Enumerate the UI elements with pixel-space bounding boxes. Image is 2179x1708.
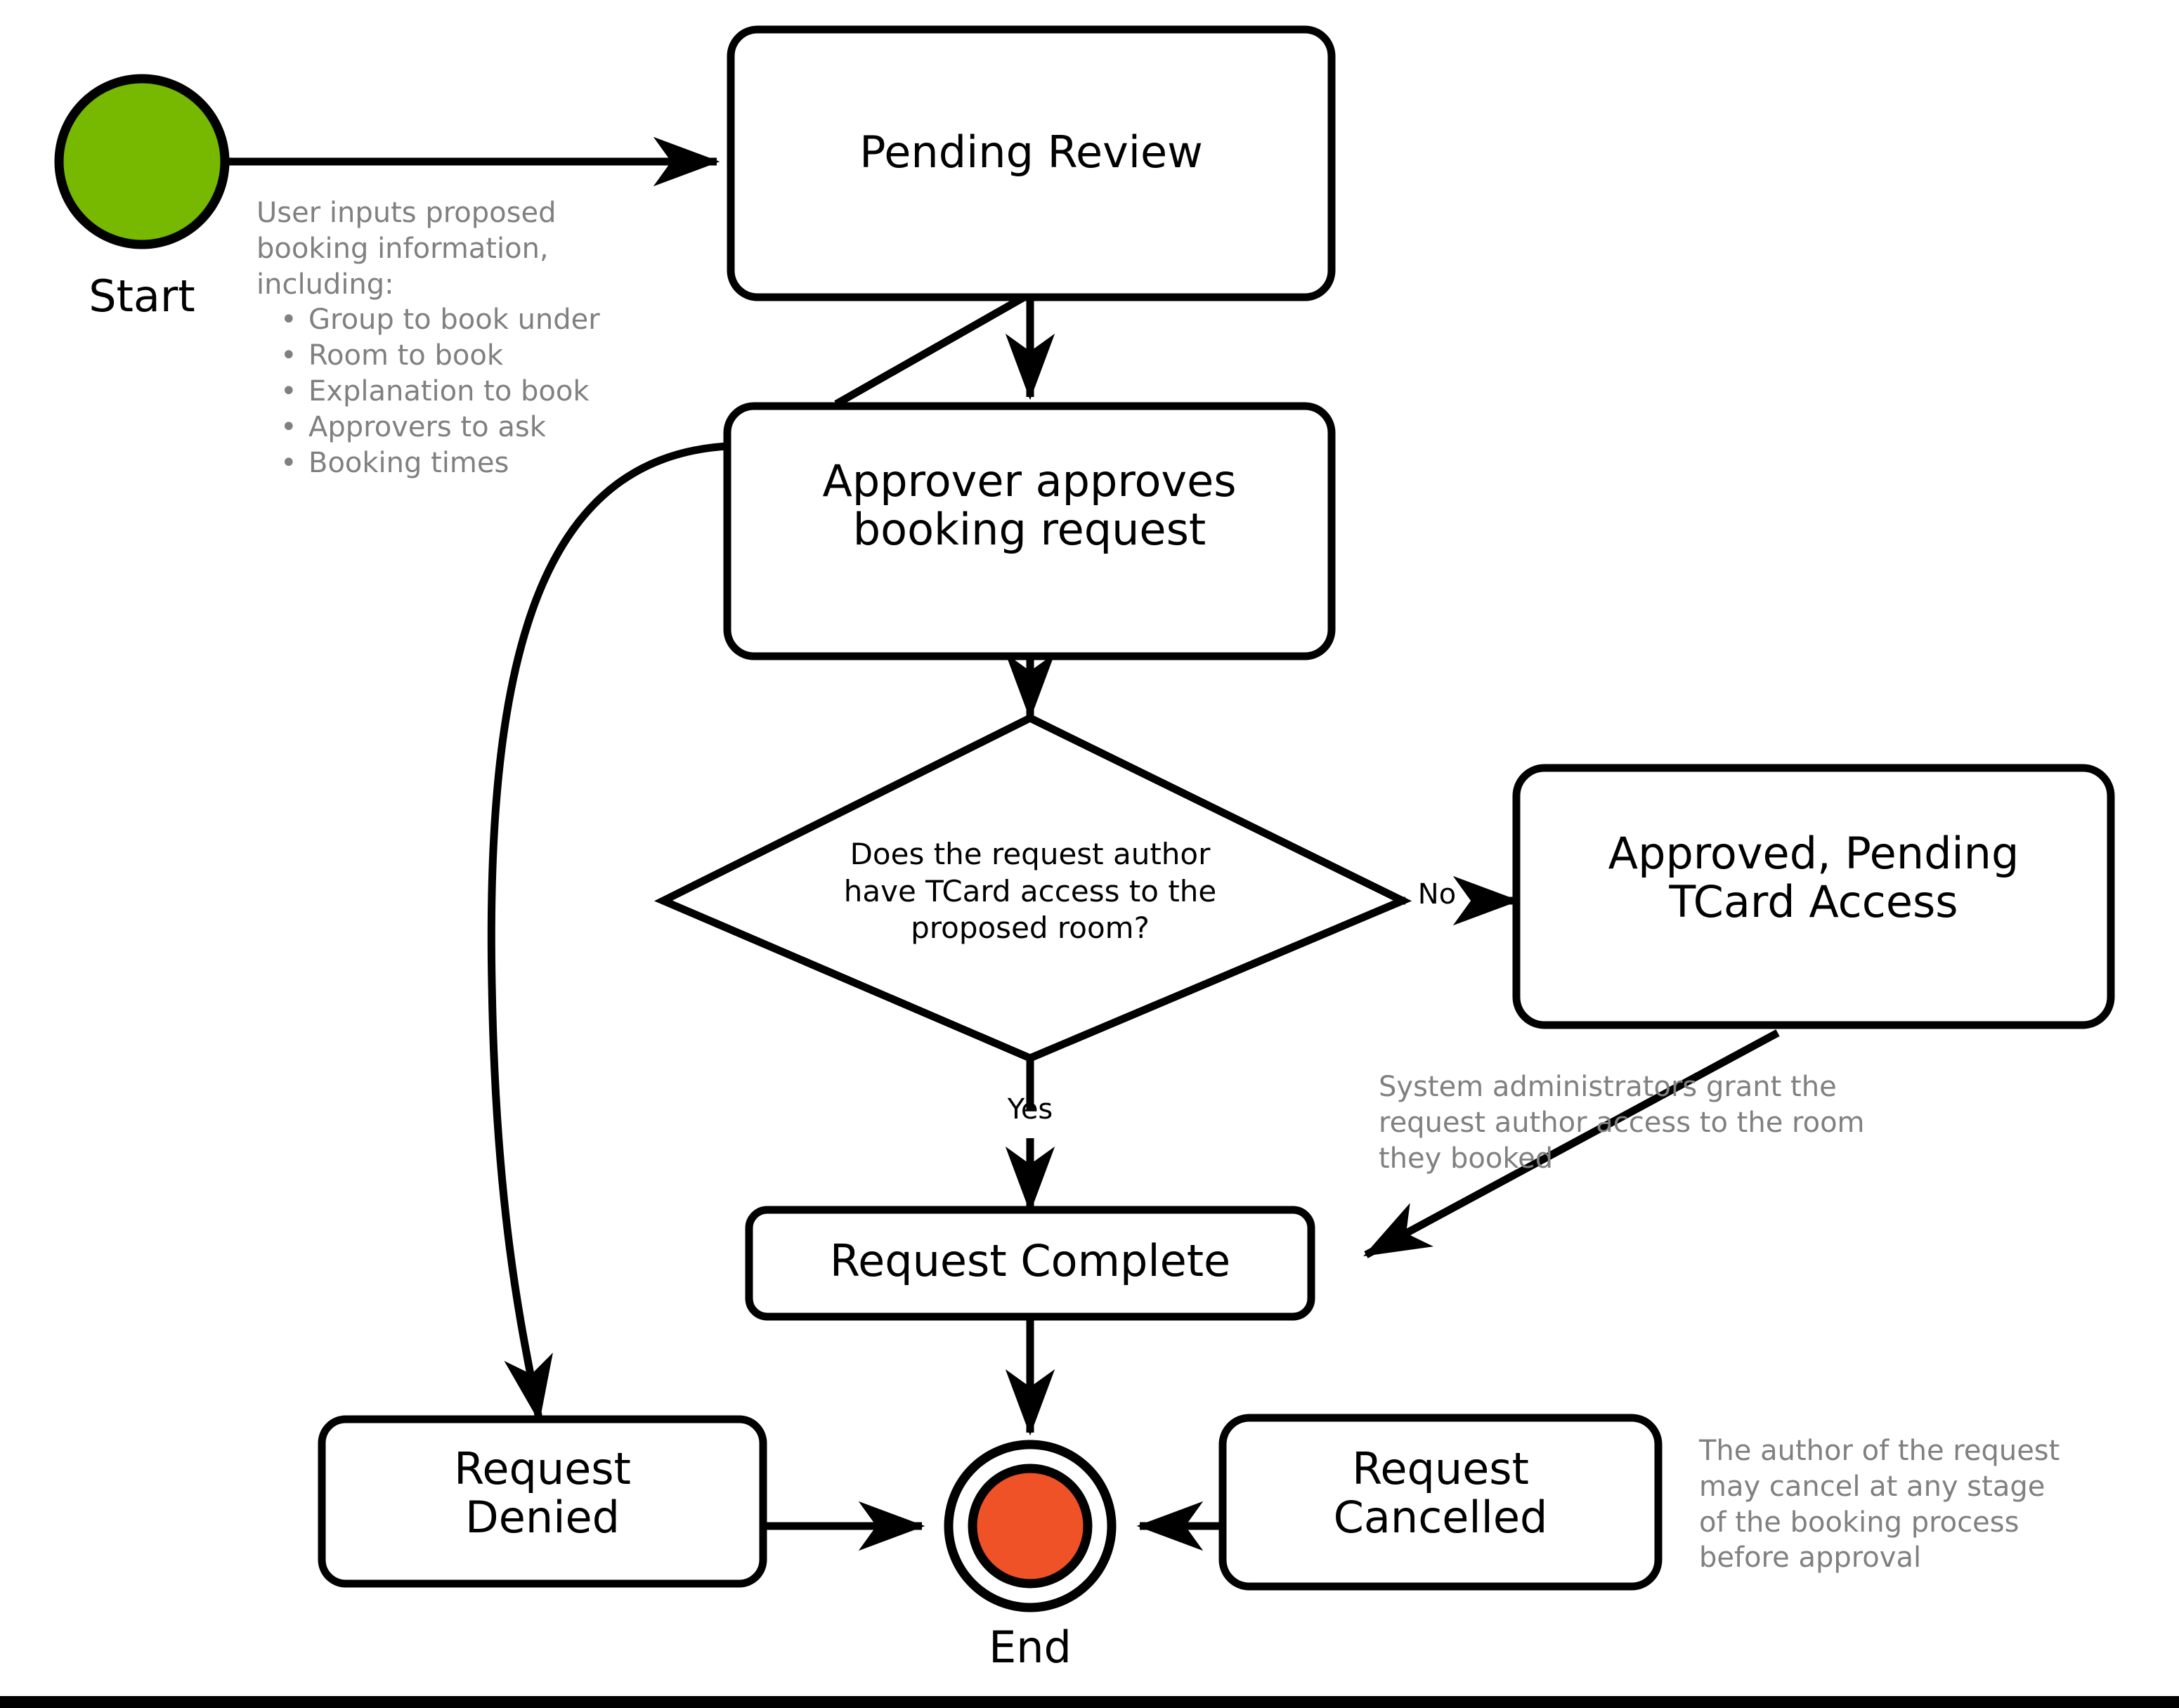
list-item: Explanation to book <box>280 374 692 410</box>
annotation-tcard-grant: System administrators grant the request … <box>1379 1071 1865 1175</box>
annotation-start-inputs-list: Group to book under Room to book Explana… <box>256 302 692 481</box>
list-item: Booking times <box>280 445 692 481</box>
node-approver-approves[interactable] <box>723 402 1336 660</box>
annotation-cancel-note: The author of the request may cancel at … <box>1699 1435 2060 1575</box>
end-label: End <box>989 1622 1072 1673</box>
edge-label-yes: Yes <box>1007 1093 1053 1126</box>
node-pending-review[interactable] <box>727 25 1336 301</box>
edge-pending-review-diagonal <box>834 292 1029 408</box>
node-approved-pending-tcard[interactable] <box>1512 764 2115 1029</box>
annotation-start-inputs: User inputs proposed booking information… <box>256 195 692 481</box>
edge-label-no: No <box>1417 878 1457 911</box>
node-end-inner-circle[interactable] <box>968 1463 1093 1589</box>
bottom-bar <box>0 1696 2179 1708</box>
node-start-circle[interactable] <box>54 74 230 249</box>
node-request-complete[interactable] <box>745 1206 1315 1321</box>
flowchart-canvas: Start Pending Review Approver approves b… <box>0 0 2179 1708</box>
edge-approver-to-request-denied <box>487 442 728 1423</box>
list-item: Group to book under <box>280 302 692 338</box>
start-label: Start <box>89 270 195 322</box>
annotation-start-inputs-intro: User inputs proposed booking information… <box>256 197 557 301</box>
list-item: Approvers to ask <box>280 410 692 445</box>
list-item: Room to book <box>280 338 692 374</box>
node-request-cancelled[interactable] <box>1218 1414 1663 1591</box>
node-request-denied[interactable] <box>318 1415 767 1588</box>
node-decision-tcard-access[interactable] <box>653 713 1412 1062</box>
